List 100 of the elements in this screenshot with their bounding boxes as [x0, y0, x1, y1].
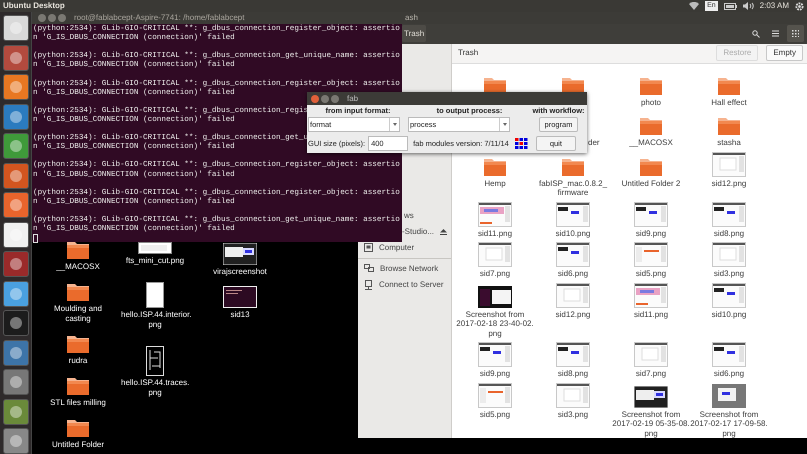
- screenshot-thumbnail-icon: [223, 243, 257, 265]
- window-title: ash: [405, 12, 418, 24]
- folder-icon: [66, 418, 90, 438]
- file-label[interactable]: Screenshot from 2017-02-18 23-40-02. png: [456, 310, 534, 338]
- minimize-button[interactable]: [321, 94, 329, 102]
- sidebar-item[interactable]: Connect to Server: [358, 276, 451, 292]
- eject-icon[interactable]: [440, 228, 447, 234]
- file-label[interactable]: fabISP_mac.0.8.2_ firmware: [534, 178, 612, 198]
- desktop-icon-label[interactable]: Untitled Folder: [52, 440, 104, 450]
- wifi-icon[interactable]: [689, 2, 700, 10]
- screenshot-thumbnail-icon: [478, 382, 512, 408]
- file-label[interactable]: sid6.png: [690, 369, 768, 378]
- screenshot-thumbnail-icon: [478, 202, 512, 226]
- file-label[interactable]: sid11.png: [612, 310, 690, 319]
- path-button[interactable]: Trash: [402, 25, 426, 42]
- file-label[interactable]: sid8.png: [690, 228, 768, 238]
- file-label[interactable]: sid11.png: [456, 228, 534, 238]
- file-label[interactable]: sid6.png: [534, 269, 612, 278]
- desktop-title: Ubuntu Desktop: [3, 0, 65, 12]
- sidebar-item[interactable]: Computer: [358, 240, 451, 256]
- screenshot-thumbnail-icon: [556, 202, 590, 226]
- screenshot-thumbnail-icon: [634, 386, 668, 408]
- image-thumbnail-icon: [146, 282, 164, 308]
- settings-icon[interactable]: [795, 2, 804, 10]
- list-icon: [772, 30, 779, 38]
- folder-icon: [561, 156, 585, 176]
- file-label[interactable]: sid9.png: [456, 369, 534, 378]
- file-label[interactable]: Screenshot from 2017-02-19 05-35-08. png: [612, 410, 690, 438]
- desktop-icon-label[interactable]: hello.ISP.44.interior. png: [121, 310, 189, 330]
- sidebar-item[interactable]: -Studio...: [402, 226, 434, 238]
- file-label[interactable]: Hall effect: [690, 98, 768, 107]
- file-label[interactable]: __MACOSX: [612, 138, 690, 148]
- file-label[interactable]: Screenshot from 2017-02-17 17-09-58. png: [690, 410, 768, 438]
- desktop-icon-label[interactable]: STL files milling: [50, 398, 106, 408]
- desktop-icon-label[interactable]: Moulding and casting: [44, 304, 112, 324]
- screenshot-thumbnail-icon: [712, 282, 746, 308]
- file-label[interactable]: sid8.png: [534, 369, 612, 378]
- sidebar-item[interactable]: Browse Network: [358, 260, 451, 276]
- clock[interactable]: 2:03 AM: [760, 0, 789, 12]
- folder-icon: [66, 376, 90, 396]
- screenshot-thumbnail-icon: [478, 342, 512, 367]
- screenshot-thumbnail-icon: [712, 202, 746, 226]
- file-label[interactable]: sid12.png: [534, 310, 612, 319]
- folder-icon: [639, 116, 663, 136]
- desktop-icon-label[interactable]: hello.ISP.44.traces. png: [121, 378, 189, 398]
- maximize-button[interactable]: [58, 14, 66, 22]
- file-label[interactable]: stasha: [690, 138, 768, 148]
- battery-icon[interactable]: [724, 2, 737, 10]
- desktop-icon-label[interactable]: sid13: [230, 310, 250, 320]
- window-title: fab: [347, 92, 358, 104]
- folder-icon: [717, 76, 741, 96]
- desktop-icon-label[interactable]: __MACOSX: [56, 262, 100, 272]
- desktop-icon-label[interactable]: rudra: [68, 356, 88, 366]
- maximize-button[interactable]: [331, 94, 339, 102]
- screenshot-thumbnail-icon: [634, 342, 668, 367]
- file-label[interactable]: sid7.png: [612, 369, 690, 378]
- file-label[interactable]: sid10.png: [534, 228, 612, 238]
- caret-icon: [502, 123, 506, 126]
- file-label[interactable]: sid9.png: [612, 228, 690, 238]
- folder-icon: [66, 282, 90, 302]
- screenshot-thumbnail-icon: [478, 286, 512, 308]
- grid-icon: [792, 30, 799, 38]
- caret-icon: [392, 123, 396, 126]
- sidebar-item[interactable]: ws: [404, 210, 414, 222]
- file-label[interactable]: Untitled Folder 2: [612, 178, 690, 188]
- location-title: Trash: [458, 47, 478, 59]
- minimize-button[interactable]: [48, 14, 56, 22]
- screenshot-thumbnail-icon: [634, 202, 668, 226]
- volume-icon[interactable]: [742, 2, 754, 10]
- file-label[interactable]: Hemp: [456, 178, 534, 188]
- file-label[interactable]: sid5.png: [456, 410, 534, 419]
- image-thumbnail-icon: [138, 242, 172, 254]
- folder-icon: [639, 76, 663, 96]
- file-label[interactable]: sid12.png: [690, 178, 768, 188]
- screenshot-thumbnail-icon: [634, 242, 668, 267]
- desktop-icon-label[interactable]: virajscreenshot: [213, 267, 267, 277]
- screenshot-thumbnail-icon: [556, 342, 590, 367]
- circuit-board-icon: [146, 346, 164, 376]
- folder-icon: [639, 156, 663, 176]
- network-icon: [364, 264, 374, 273]
- folder-icon: [717, 116, 741, 136]
- folder-icon: [66, 240, 90, 260]
- file-label[interactable]: sid3.png: [534, 410, 612, 419]
- screenshot-thumbnail-icon: [712, 384, 746, 408]
- file-label[interactable]: sid3.png: [690, 269, 768, 278]
- folder-icon: [483, 156, 507, 176]
- screenshot-thumbnail-icon: [556, 282, 590, 308]
- file-label[interactable]: photo: [612, 98, 690, 107]
- search-icon: [752, 30, 760, 38]
- file-label[interactable]: der: [588, 138, 600, 148]
- file-label[interactable]: sid5.png: [612, 269, 690, 278]
- file-label[interactable]: sid10.png: [690, 310, 768, 319]
- file-label[interactable]: sid7.png: [456, 269, 534, 278]
- desktop-icon-label[interactable]: fts_mini_cut.png: [126, 256, 184, 266]
- grid-view-button[interactable]: [787, 25, 804, 42]
- close-button[interactable]: [311, 94, 319, 102]
- close-button[interactable]: [38, 14, 46, 22]
- header-button[interactable]: Empty: [766, 45, 803, 61]
- screenshot-thumbnail-icon: [712, 152, 746, 176]
- computer-icon: [364, 243, 373, 252]
